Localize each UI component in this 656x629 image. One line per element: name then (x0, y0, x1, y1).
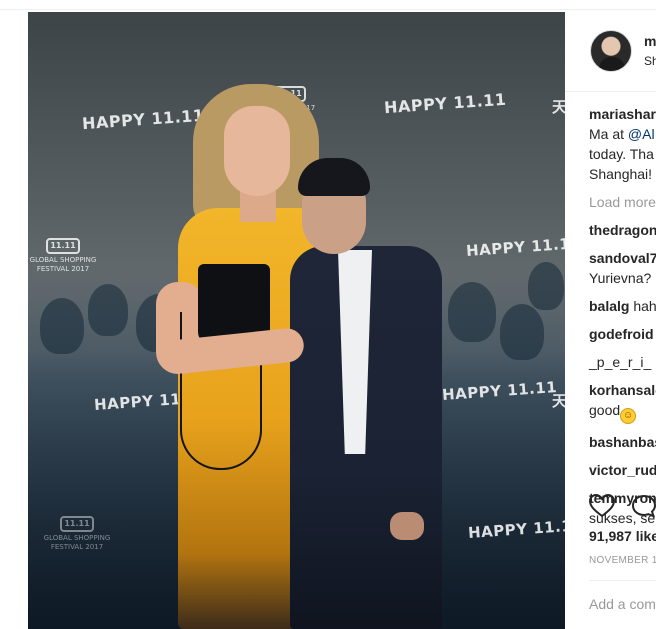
comment-icon[interactable] (631, 494, 656, 518)
crowd-head (500, 304, 544, 360)
crowd-head (448, 282, 496, 342)
caption-line: Shanghai! (589, 166, 653, 182)
caption-line: today. Tha (589, 146, 654, 162)
man-hair (298, 158, 370, 196)
comment-text: good (589, 402, 621, 418)
festival-logo-line: FESTIVAL 2017 (36, 265, 90, 273)
comment-username[interactable]: korhansale (589, 380, 656, 400)
watermark-text: HAPPY 11.11 (465, 234, 565, 260)
comment-username[interactable]: victor_rudi (589, 460, 656, 480)
post-sidebar: m Sh mariashara Ma at @Al today. Tha Sha… (565, 12, 656, 629)
comment-list: mariashara Ma at @Al today. Tha Shanghai… (589, 104, 656, 528)
watermark-text: HAPPY 11.11 (383, 89, 508, 118)
comment-text: hah (633, 298, 656, 314)
comment-username[interactable]: bashanbas (589, 432, 656, 452)
post-header: m Sh (565, 12, 656, 92)
caption-mention[interactable]: @Al (628, 126, 655, 142)
festival-logo-mark: 11.11 (60, 516, 94, 532)
comment-username[interactable]: balalg (589, 298, 629, 314)
festival-logo-line: GLOBAL SHOPPING (43, 534, 111, 542)
laughing-emoji-icon: ☺ (620, 408, 637, 424)
comment-username[interactable]: sandoval7 (589, 248, 656, 268)
festival-logo: 11.11 GLOBAL SHOPPING FESTIVAL 2017 (28, 238, 98, 274)
post-actions (589, 494, 656, 520)
top-border (0, 0, 656, 10)
avatar[interactable] (590, 30, 632, 72)
watermark-text: HAPPY 11.11 (81, 105, 206, 134)
festival-logo-line: FESTIVAL 2017 (50, 543, 104, 551)
load-more-comments-link[interactable]: Load more (589, 192, 656, 212)
caption-text: Ma at (589, 126, 628, 142)
crowd-head (40, 298, 84, 354)
watermark-glyph: 天 (552, 392, 565, 410)
festival-logo: 11.11 GLOBAL SHOPPING FESTIVAL 2017 (42, 516, 112, 552)
man-hand (390, 512, 424, 540)
comment-row: balalg hah (589, 296, 656, 316)
comment-username[interactable]: godefroid (589, 324, 656, 344)
likes-count[interactable]: 91,987 like (589, 528, 656, 544)
crowd-head (528, 262, 564, 310)
heart-icon[interactable] (589, 494, 615, 518)
comment-username[interactable]: thedragon (589, 220, 656, 240)
post-photo[interactable]: HAPPY 11.11 HAPPY 11.11 HAPPY 11.11 HAPP… (28, 12, 565, 629)
comment-row: good ☺ (589, 400, 656, 424)
woman-face (224, 106, 290, 196)
caption-line: Ma at @Al (589, 124, 656, 144)
festival-logo-mark: 11.11 (46, 238, 80, 254)
post-username[interactable]: m (644, 33, 656, 49)
post-location[interactable]: Sh (644, 54, 656, 68)
crowd-head (88, 284, 128, 336)
festival-logo-line: GLOBAL SHOPPING (29, 256, 97, 264)
comment-username[interactable]: _p_e_r_i_ (589, 352, 656, 372)
comment-text: Yurievna? (589, 270, 652, 286)
watermark-glyph: 天 (552, 98, 565, 116)
add-comment-input[interactable]: Add a com (589, 596, 656, 612)
post-date[interactable]: NOVEMBER 10 (589, 555, 656, 566)
divider (589, 580, 656, 581)
caption-author[interactable]: mariashara (589, 104, 656, 124)
avatar-figure (599, 57, 625, 71)
